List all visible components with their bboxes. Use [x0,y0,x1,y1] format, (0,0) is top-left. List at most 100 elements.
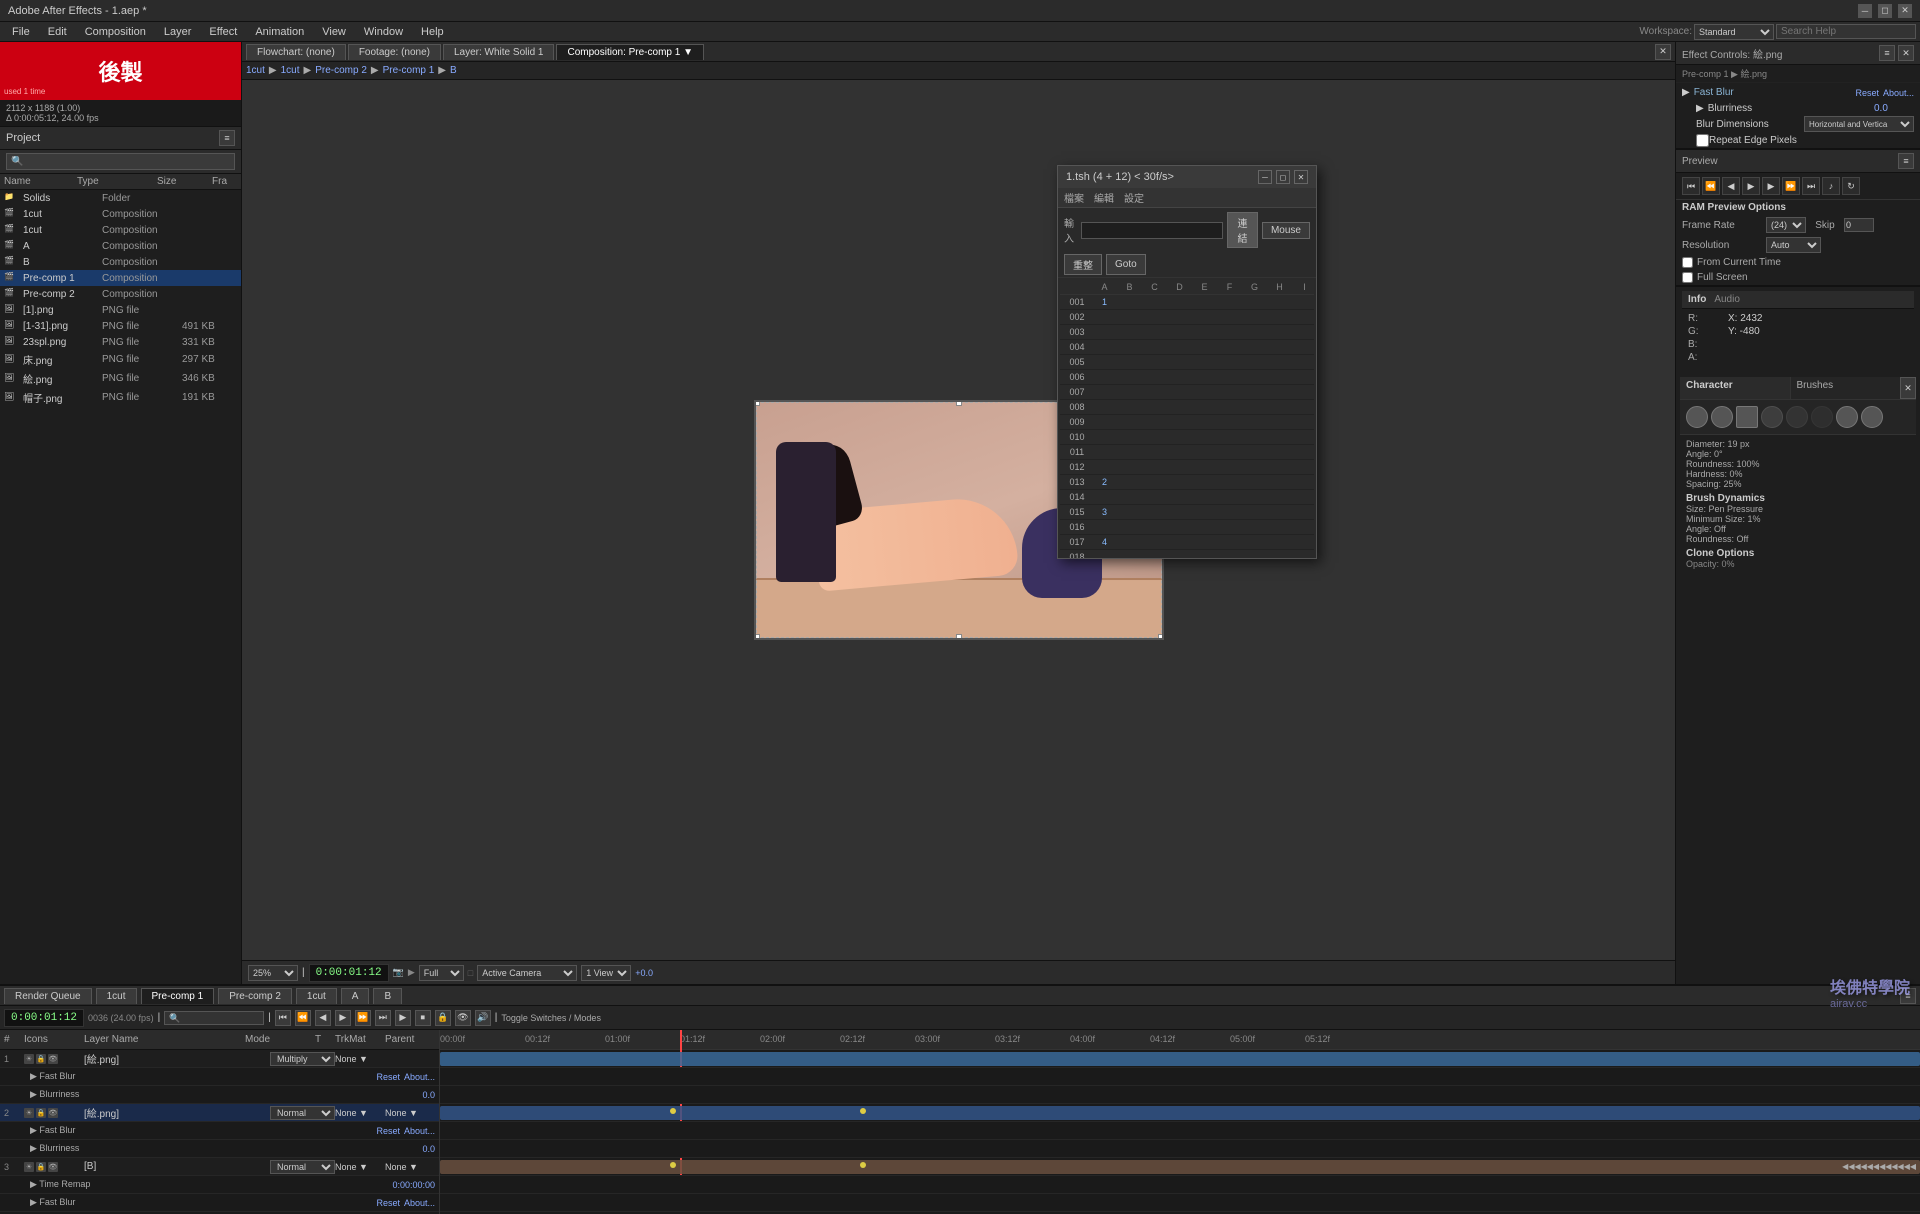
layer-3-mode[interactable]: NormalMultiply [270,1160,335,1174]
tab-1cut2[interactable]: 1cut [296,988,337,1004]
tl-btn-9[interactable]: 🔒 [435,1010,451,1026]
script-row-008[interactable]: 008 [1060,400,1314,415]
quality-select[interactable]: FullHalfQuarter [419,965,464,981]
project-item-絵.png[interactable]: 🖼 絵.png PNG file 346 KB [0,369,241,388]
dialog-menu-file[interactable]: 檔案 [1064,190,1084,205]
menu-window[interactable]: Window [356,24,411,40]
layer-1-mode[interactable]: MultiplyNormal [270,1052,335,1066]
layer-2-main[interactable]: 2 ☀ 🔒 👁 [絵.png] NormalMultiply None ▼ No… [0,1104,439,1122]
script-row-012[interactable]: 012 [1060,460,1314,475]
menu-help[interactable]: Help [413,24,452,40]
layer1-about[interactable]: About... [404,1072,435,1082]
dialog-menu-edit[interactable]: 編輯 [1094,190,1114,205]
prev-fwd[interactable]: ⏩ [1782,177,1800,195]
script-row-001[interactable]: 0011 [1060,295,1314,310]
project-item-床.png[interactable]: 🖼 床.png PNG file 297 KB [0,350,241,369]
project-item-Pre-comp 2[interactable]: 🎬 Pre-comp 2 Composition [0,286,241,302]
tl-btn-11[interactable]: 🔊 [475,1010,491,1026]
repeat-edge-check[interactable] [1696,134,1709,147]
tab-render-queue[interactable]: Render Queue [4,988,92,1004]
menu-file[interactable]: File [4,24,38,40]
layer-2-mode[interactable]: NormalMultiply [270,1106,335,1120]
goto-btn[interactable]: Goto [1106,254,1146,275]
layer-1-main[interactable]: 1 ☀ 🔒 👁 [絵.png] MultiplyNormal None ▼ [0,1050,439,1068]
layer3-remap-val[interactable]: 0:00:00:00 [392,1180,435,1190]
tab-precomp1[interactable]: Pre-comp 1 [141,988,215,1004]
reload-btn[interactable]: 重整 [1064,254,1102,275]
effect-about[interactable]: About... [1883,88,1914,98]
brush-tip-2[interactable] [1711,406,1733,428]
script-row-002[interactable]: 002 [1060,310,1314,325]
dialog-maximize[interactable]: ◻ [1276,170,1290,184]
mouse-btn[interactable]: Mouse [1262,222,1310,239]
tl-btn-4[interactable]: ▶ [335,1010,351,1026]
tab-flowchart[interactable]: Flowchart: (none) [246,44,346,60]
info-title[interactable]: Info [1688,294,1706,305]
brush-tip-6[interactable] [1811,406,1833,428]
project-item-B[interactable]: 🎬 B Composition [0,254,241,270]
dialog-menu-settings[interactable]: 設定 [1124,190,1144,205]
prev-back-frame[interactable]: ◀ [1722,177,1740,195]
timeline-time[interactable]: 0:00:01:12 [4,1009,84,1027]
layer3-vis-icon[interactable]: 👁 [48,1162,58,1172]
test-btn[interactable]: 連結 [1227,212,1258,248]
full-screen-check[interactable] [1682,272,1693,283]
menu-effect[interactable]: Effect [201,24,245,40]
breadcrumb-item[interactable]: 1cut [246,65,265,76]
workspace-select[interactable]: Standard [1694,24,1774,40]
project-item-A[interactable]: 🎬 A Composition [0,238,241,254]
menu-composition[interactable]: Composition [77,24,154,40]
layer2-about[interactable]: About... [404,1126,435,1136]
menu-view[interactable]: View [314,24,354,40]
close-comp-btn[interactable]: ✕ [1655,44,1671,60]
layer-solo-icon[interactable]: ☀ [24,1054,34,1064]
tl-btn-10[interactable]: 👁 [455,1010,471,1026]
brush-tip-5[interactable] [1786,406,1808,428]
blur-dim-select[interactable]: Horizontal and Vertica [1804,116,1914,132]
layer3-about[interactable]: About... [404,1198,435,1208]
search-help-input[interactable] [1776,24,1916,39]
layer1-blur-val[interactable]: 0.0 [422,1090,435,1100]
menu-animation[interactable]: Animation [247,24,312,40]
blurriness-value[interactable]: 0.0 [1874,103,1914,114]
menu-edit[interactable]: Edit [40,24,75,40]
breadcrumb-item[interactable]: 1cut [281,65,300,76]
script-row-007[interactable]: 007 [1060,385,1314,400]
brush-tip-7[interactable] [1836,406,1858,428]
script-row-011[interactable]: 011 [1060,445,1314,460]
layer3-solo-icon[interactable]: ☀ [24,1162,34,1172]
project-item-[1].png[interactable]: 🖼 [1].png PNG file [0,302,241,318]
project-item-Pre-comp 1[interactable]: 🎬 Pre-comp 1 Composition [0,270,241,286]
script-row-004[interactable]: 004 [1060,340,1314,355]
brush-tip-1[interactable] [1686,406,1708,428]
brush-tip-3[interactable] [1736,406,1758,428]
skip-input[interactable] [1844,218,1874,232]
tab-footage[interactable]: Footage: (none) [348,44,441,60]
script-row-013[interactable]: 0132 [1060,475,1314,490]
project-search-input[interactable] [6,153,235,170]
resolution-select[interactable]: AutoFullHalf [1766,237,1821,253]
prev-first[interactable]: ⏮ [1682,177,1700,195]
tab-layer[interactable]: Layer: White Solid 1 [443,44,555,60]
prev-audio[interactable]: ♪ [1822,177,1840,195]
character-tab[interactable]: Character [1680,377,1791,399]
layer-lock-icon[interactable]: 🔒 [36,1054,46,1064]
script-row-017[interactable]: 0174 [1060,535,1314,550]
project-menu-btn[interactable]: ≡ [219,130,235,146]
tab-precomp2[interactable]: Pre-comp 2 [218,988,292,1004]
script-row-006[interactable]: 006 [1060,370,1314,385]
project-item-Solids[interactable]: 📁 Solids Folder [0,190,241,206]
brush-tip-4[interactable] [1761,406,1783,428]
preview-menu[interactable]: ≡ [1898,153,1914,169]
layer2-lock-icon[interactable]: 🔒 [36,1108,46,1118]
view-mode-select[interactable]: 1 View [581,965,631,981]
project-item-23spl.png[interactable]: 🖼 23spl.png PNG file 331 KB [0,334,241,350]
script-row-014[interactable]: 014 [1060,490,1314,505]
tl-btn-1[interactable]: ⏮ [275,1010,291,1026]
layer2-blur-val[interactable]: 0.0 [422,1144,435,1154]
frame-rate-select[interactable]: (24) [1766,217,1806,233]
breadcrumb-item[interactable]: Pre-comp 2 [315,65,367,76]
layer1-reset[interactable]: Reset [376,1072,400,1082]
zoom-select[interactable]: 25%50%100% [248,965,298,981]
brush-tip-8[interactable] [1861,406,1883,428]
